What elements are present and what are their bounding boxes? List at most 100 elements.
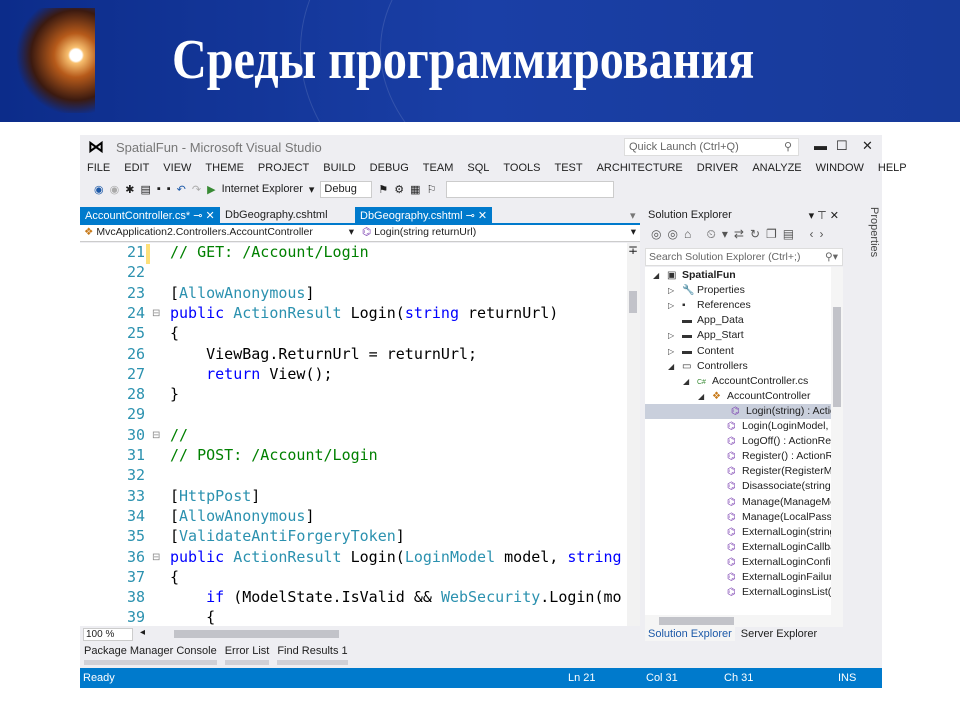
- menu-view[interactable]: VIEW: [156, 160, 198, 178]
- expand-icon[interactable]: ▷: [668, 298, 682, 313]
- menu-driver[interactable]: DRIVER: [690, 160, 746, 178]
- scroll-thumb[interactable]: [629, 291, 637, 313]
- undo-icon[interactable]: ↶: [177, 183, 186, 196]
- bottom-tab[interactable]: Error List: [224, 645, 270, 665]
- start-icon[interactable]: ▶: [207, 183, 215, 196]
- menu-sql[interactable]: SQL: [460, 160, 496, 178]
- tree-node[interactable]: ▷ ▬ App_Start: [668, 328, 744, 343]
- vertical-scrollbar[interactable]: ∓: [627, 243, 640, 626]
- menu-analyze[interactable]: ANALYZE: [745, 160, 808, 178]
- expand-icon[interactable]: ▷: [668, 344, 682, 359]
- menu-team[interactable]: TEAM: [416, 160, 461, 178]
- bottom-tab[interactable]: Package Manager Console: [84, 645, 217, 665]
- tree-node[interactable]: ▷ 🔧 Properties: [668, 283, 745, 298]
- close-tab-icon[interactable]: ✕: [206, 210, 215, 222]
- tree-node[interactable]: ⌬ ExternalLoginCallbac: [713, 540, 841, 555]
- tree-node[interactable]: ⌬ Login(string) : Action: [645, 403, 842, 419]
- menu-architecture[interactable]: ARCHITECTURE: [590, 160, 690, 178]
- solution-search-input[interactable]: Search Solution Explorer (Ctrl+;) ⚲▾: [645, 248, 843, 266]
- tree-hscroll-thumb[interactable]: [659, 617, 734, 625]
- open-icon[interactable]: ▤: [140, 183, 150, 196]
- tab-solution-explorer[interactable]: Solution Explorer: [645, 627, 735, 641]
- tree-node[interactable]: ◢ C# AccountController.cs: [683, 374, 808, 389]
- expand-icon[interactable]: ◢: [668, 359, 682, 374]
- tree-hscroll[interactable]: [645, 615, 843, 627]
- maximize-button[interactable]: ☐: [836, 138, 848, 154]
- tree-node[interactable]: ◢ ❖ AccountController: [698, 389, 810, 404]
- tree-node[interactable]: ⌬ ExternalLoginConfirm: [713, 555, 843, 570]
- fold-toggle-icon[interactable]: ⊟: [152, 430, 160, 441]
- run-target[interactable]: Internet Explorer: [222, 183, 303, 195]
- expand-icon[interactable]: ◢: [698, 389, 712, 404]
- forward-icon[interactable]: ◉: [110, 183, 120, 196]
- expand-icon[interactable]: ◢: [653, 268, 667, 283]
- menu-test[interactable]: TEST: [547, 160, 589, 178]
- back-icon[interactable]: ◉: [94, 183, 104, 196]
- close-tab-icon[interactable]: ✕: [478, 210, 487, 222]
- bottom-tab[interactable]: Find Results 1: [277, 645, 348, 665]
- minimize-button[interactable]: ▬: [814, 138, 827, 153]
- menu-window[interactable]: WINDOW: [809, 160, 871, 178]
- menu-build[interactable]: BUILD: [316, 160, 362, 178]
- tree-node[interactable]: ⌬ Register() : ActionRes: [713, 449, 843, 464]
- pin-icon[interactable]: ⊸: [193, 210, 202, 222]
- expand-icon[interactable]: ▷: [668, 328, 682, 343]
- tree-node[interactable]: ▷ ▪ References: [668, 298, 751, 313]
- expand-icon[interactable]: ▷: [668, 283, 682, 298]
- pin-icon[interactable]: ⊸: [466, 210, 475, 222]
- new-project-icon[interactable]: ✱: [125, 183, 134, 196]
- tab-dbgeography-preview[interactable]: DbGeography.cshtml ⊸ ✕: [355, 207, 493, 225]
- close-button[interactable]: ✕: [862, 138, 873, 154]
- find-icon[interactable]: ⚑: [378, 183, 388, 196]
- tab-overflow-icon[interactable]: ▾: [625, 207, 641, 225]
- split-icon[interactable]: ∓: [628, 243, 638, 257]
- panel-controls[interactable]: ▾ ⊤ ✕: [809, 209, 839, 222]
- tab-server-explorer[interactable]: Server Explorer: [741, 627, 817, 641]
- menu-tools[interactable]: TOOLS: [496, 160, 547, 178]
- menu-theme[interactable]: THEME: [198, 160, 251, 178]
- tree-node[interactable]: ◢ ▣ SpatialFun: [653, 268, 736, 283]
- fold-toggle-icon[interactable]: ⊟: [152, 552, 160, 563]
- bookmark-icon[interactable]: ⚐: [427, 183, 437, 196]
- menu-debug[interactable]: DEBUG: [363, 160, 416, 178]
- tree-node[interactable]: ⌬ Register(RegisterMoc: [713, 464, 843, 479]
- expand-icon[interactable]: ◢: [683, 374, 697, 389]
- tree-node[interactable]: ⌬ ExternalLoginFailure(: [713, 570, 842, 585]
- tree-node[interactable]: ⌬ Disassociate(string, s: [713, 479, 842, 494]
- breakpoint-icon[interactable]: ⚙: [394, 183, 404, 196]
- find-combo[interactable]: [446, 180, 615, 198]
- tree-node[interactable]: ⌬ LogOff() : ActionResu: [713, 434, 842, 449]
- tab-accountcontroller[interactable]: AccountController.cs* ⊸ ✕: [80, 207, 220, 225]
- save-icon[interactable]: ▪: [157, 183, 161, 195]
- tree-node[interactable]: ▬ App_Data: [668, 313, 744, 328]
- quick-launch-input[interactable]: Quick Launch (Ctrl+Q) ⚲: [624, 138, 799, 156]
- redo-icon[interactable]: ↷: [192, 183, 201, 196]
- type-dropdown[interactable]: ❖ MvcApplication2.Controllers.AccountCon…: [84, 226, 354, 238]
- save-all-icon[interactable]: ▪: [167, 183, 171, 195]
- scroll-left-icon[interactable]: ◂: [140, 627, 145, 638]
- tree-node[interactable]: ⌬ Login(LoginModel, s: [713, 419, 837, 434]
- comment-icon[interactable]: ▦: [410, 183, 420, 196]
- menu-project[interactable]: PROJECT: [251, 160, 316, 178]
- tree-node[interactable]: ⌬ Manage(ManageMes: [713, 495, 841, 510]
- solution-explorer-toolbar[interactable]: ◎◎⌂ ⏲▾⇄↻❐▤ ‹›: [645, 227, 843, 247]
- title-bar: ⋈ SpatialFun - Microsoft Visual Studio Q…: [80, 135, 882, 159]
- fold-toggle-icon[interactable]: ⊟: [152, 308, 160, 319]
- code-editor[interactable]: 21 22 23 24 ⊟ 25 26 27 28 29 30 ⊟ 31 32 33 34 35 36 ⊟ 37 38 3…: [80, 243, 640, 626]
- zoom-select[interactable]: 100 %: [83, 628, 133, 641]
- hscroll-thumb[interactable]: [174, 630, 339, 638]
- tree-node[interactable]: ⌬ Manage(LocalPasswo: [713, 510, 843, 525]
- tree-node[interactable]: ⌬ ExternalLoginsList(str: [713, 585, 843, 600]
- tree-node[interactable]: ▷ ▬ Content: [668, 344, 734, 359]
- properties-side-tab[interactable]: Properties: [850, 207, 880, 307]
- chevron-down-icon[interactable]: ▾: [309, 183, 315, 196]
- tree-node[interactable]: ⌬ ExternalLogin(string,: [713, 525, 838, 540]
- tree-scroll-thumb[interactable]: [833, 307, 841, 407]
- menu-help[interactable]: HELP: [871, 160, 914, 178]
- tab-dbgeography[interactable]: DbGeography.cshtml: [220, 207, 333, 225]
- menu-file[interactable]: FILE: [80, 160, 117, 178]
- menu-edit[interactable]: EDIT: [117, 160, 156, 178]
- config-select[interactable]: Debug: [320, 180, 373, 198]
- member-dropdown[interactable]: ⌬ Login(string returnUrl) ▾: [362, 226, 636, 238]
- tree-node[interactable]: ◢ ▭ Controllers: [668, 359, 748, 374]
